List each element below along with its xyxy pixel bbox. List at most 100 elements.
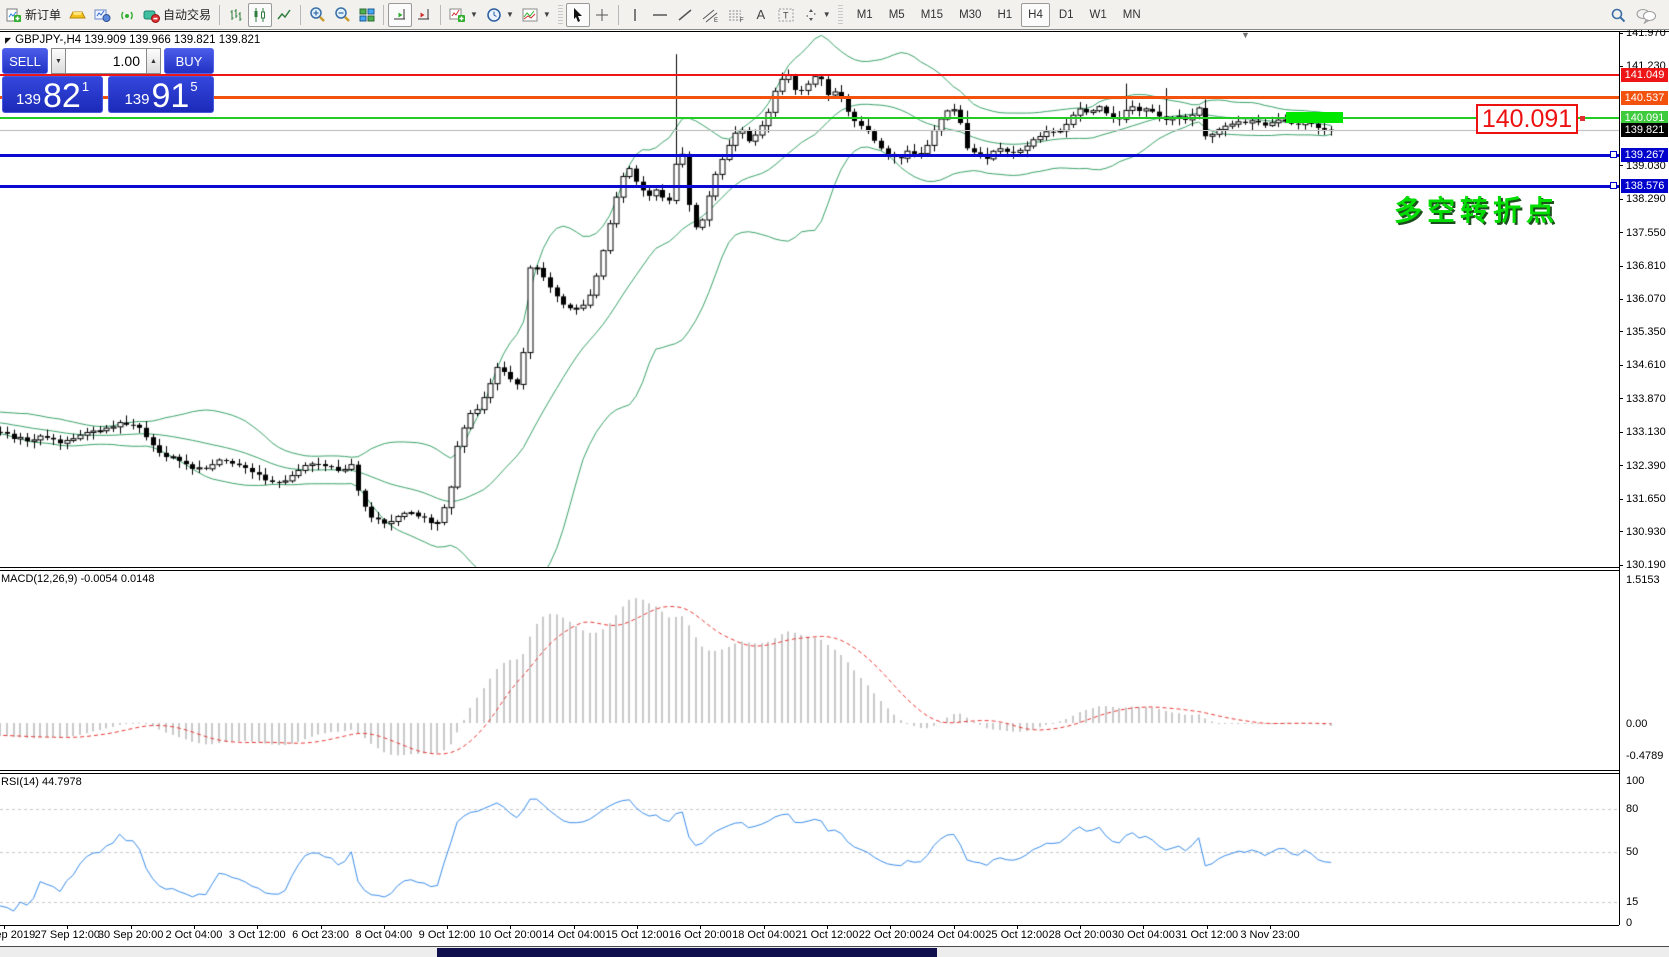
search-icon[interactable] <box>1609 6 1627 24</box>
signal-button[interactable] <box>115 3 139 27</box>
hline-139.267[interactable] <box>0 153 1619 157</box>
timeframe-m30[interactable]: M30 <box>952 3 988 27</box>
time-axis-label: 15 Oct 12:00 <box>605 929 669 941</box>
timeframe-mn[interactable]: MN <box>1116 3 1148 27</box>
timeframe-m15[interactable]: M15 <box>914 3 950 27</box>
price-badge-140.537: 140.537 <box>1621 90 1668 105</box>
hline-140.537[interactable] <box>0 96 1619 100</box>
vertical-line-icon <box>630 7 640 23</box>
trendline-icon <box>677 7 693 23</box>
price-axis-tick: 138.290 <box>1619 193 1666 205</box>
horizontal-scrollbar[interactable] <box>0 946 1669 957</box>
candlestick-chart-button[interactable] <box>248 2 273 27</box>
time-axis-label: 9 Oct 12:00 <box>418 929 476 941</box>
rsi-indicator-label: RSI(14) 44.7978 <box>1 776 82 788</box>
macd-scale-label: -0.4789 <box>1626 750 1664 762</box>
price-shift-marker[interactable]: ▼ <box>1241 30 1250 40</box>
volume-input[interactable]: 1.00 <box>66 48 146 74</box>
callout-anchor-marker[interactable] <box>1580 115 1585 121</box>
label-tool-button[interactable]: T <box>773 3 799 27</box>
chat-icon[interactable] <box>1635 6 1657 24</box>
rsi-scale-label: 50 <box>1626 846 1639 858</box>
toolbar-drag-handle[interactable] <box>557 4 563 25</box>
vertical-line-button[interactable] <box>623 3 647 27</box>
chevron-down-icon: ▼ <box>542 10 551 19</box>
chevron-down-icon: ▼ <box>470 10 478 19</box>
price-axis-tick: 136.810 <box>1619 260 1666 272</box>
buy-button[interactable]: BUY <box>164 48 214 74</box>
sell-price-display[interactable]: 139 82 1 <box>2 76 103 113</box>
chart-top-border <box>0 31 1669 32</box>
periods-button[interactable]: ▼ <box>482 3 518 27</box>
time-axis-label: 27 Sep 12:00 <box>34 929 101 941</box>
price-badge-139.267: 139.267 <box>1621 148 1668 163</box>
hline-141.049[interactable] <box>0 73 1619 76</box>
macd-indicator-label: MACD(12,26,9) -0.0054 0.0148 <box>1 573 155 585</box>
highlighted-level-segment[interactable] <box>1286 112 1343 124</box>
svg-text:T: T <box>783 10 789 20</box>
volume-decrease-button[interactable]: ▼ <box>51 48 66 74</box>
price-axis-tick: 137.550 <box>1619 227 1666 239</box>
text-icon: A <box>756 7 766 22</box>
buy-price-display[interactable]: 139 91 5 <box>108 76 214 113</box>
templates-icon <box>522 7 539 23</box>
zoom-out-button[interactable] <box>330 3 355 27</box>
scrollbar-thumb[interactable] <box>437 948 937 957</box>
crosshair-button[interactable] <box>590 3 614 27</box>
chart-shift-button[interactable] <box>412 3 436 27</box>
label-icon: T <box>777 7 795 23</box>
timeframe-d1[interactable]: D1 <box>1052 3 1081 27</box>
cursor-button[interactable] <box>565 2 590 27</box>
hline-140.091[interactable] <box>0 116 1619 119</box>
timeframe-h4[interactable]: H4 <box>1021 2 1050 27</box>
sell-price-big: 82 <box>42 77 81 115</box>
chart-canvas[interactable] <box>0 0 1669 957</box>
fibonacci-button[interactable]: F <box>723 3 749 27</box>
bar-chart-icon <box>228 7 244 23</box>
price-callout-box[interactable]: 140.091 <box>1476 104 1578 134</box>
zoom-in-button[interactable] <box>305 3 330 27</box>
arrows-button[interactable]: ▼ <box>799 3 835 27</box>
timeframe-group: M1 M5 M15 M30 H1 H4 D1 W1 MN <box>850 2 1148 27</box>
text-tool-button[interactable]: A <box>749 3 773 27</box>
toolbar-separator <box>440 4 442 25</box>
timeframe-m1[interactable]: M1 <box>850 3 880 27</box>
chevron-down-icon: ▼ <box>822 10 831 19</box>
time-axis-border <box>0 925 1619 926</box>
tile-windows-button[interactable] <box>355 3 379 27</box>
macd-pane-separator[interactable] <box>0 567 1619 571</box>
price-badge-139.821: 139.821 <box>1621 123 1668 138</box>
hline-138.576[interactable] <box>0 184 1619 188</box>
rsi-pane-separator[interactable] <box>0 770 1619 774</box>
timeframe-w1[interactable]: W1 <box>1083 3 1114 27</box>
new-order-button[interactable]: 新订单 <box>2 3 65 27</box>
fibonacci-icon: F <box>727 7 745 23</box>
sell-button[interactable]: SELL <box>2 48 48 74</box>
indicators-button[interactable]: ▼ <box>445 3 482 27</box>
volume-increase-button[interactable]: ▲ <box>146 48 161 74</box>
equidistant-channel-button[interactable]: E <box>697 3 723 27</box>
toolbar-drag-handle[interactable] <box>837 4 843 25</box>
market-watch-icon <box>94 7 111 23</box>
crosshair-icon <box>594 7 610 23</box>
auto-scroll-button[interactable] <box>388 2 413 27</box>
templates-button[interactable]: ▼ <box>518 3 555 27</box>
timeframe-h1[interactable]: H1 <box>990 3 1019 27</box>
turning-point-annotation[interactable]: 多空转折点 <box>1394 189 1559 229</box>
hline-handle[interactable] <box>1610 182 1617 190</box>
line-chart-button[interactable] <box>272 3 296 27</box>
autotrade-button[interactable]: 自动交易 <box>139 3 215 27</box>
time-axis-label: 28 Oct 20:00 <box>1048 929 1112 941</box>
bar-chart-button[interactable] <box>224 3 248 27</box>
market-watch-button[interactable] <box>90 3 115 27</box>
chart-profile-button[interactable] <box>65 3 90 27</box>
timeframe-m5[interactable]: M5 <box>882 3 912 27</box>
time-axis-label: 18 Oct 04:00 <box>732 929 796 941</box>
hline-handle[interactable] <box>1610 151 1617 159</box>
time-axis-label: 30 Sep 20:00 <box>97 929 164 941</box>
svg-text:F: F <box>740 18 744 23</box>
trendline-button[interactable] <box>673 3 697 27</box>
horizontal-line-button[interactable] <box>647 3 673 27</box>
window-collapse-icon[interactable]: ◤ <box>5 36 11 45</box>
time-axis-label: 30 Oct 04:00 <box>1111 929 1175 941</box>
